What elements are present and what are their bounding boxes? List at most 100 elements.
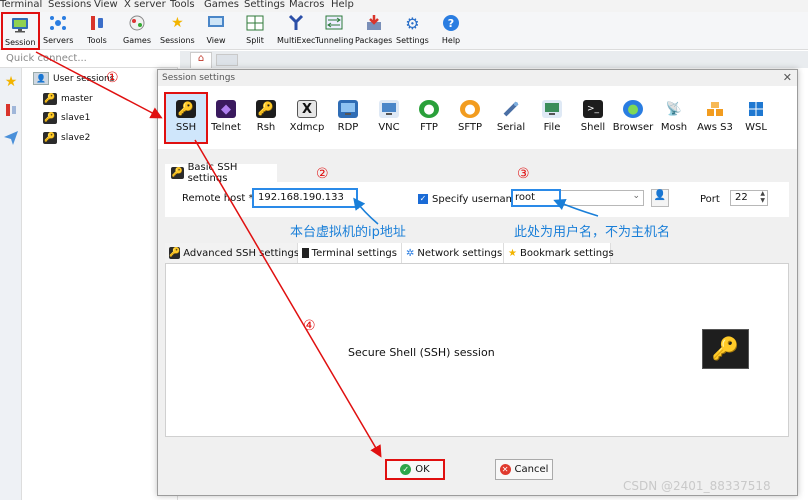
send-icon[interactable] — [2, 130, 20, 148]
tab-label: Advanced SSH settings — [183, 247, 300, 259]
shell-icon: >_ — [583, 100, 603, 118]
tools-icon[interactable] — [2, 102, 20, 120]
protocol-serial[interactable]: Serial — [489, 100, 533, 133]
protocol-aws-s3[interactable]: Aws S3 — [693, 100, 737, 133]
tools-icon — [86, 13, 108, 33]
protocol-vnc[interactable]: VNC — [367, 100, 411, 133]
port-input[interactable]: 22 ▲ ▼ — [730, 190, 768, 206]
protocol-xdmcp[interactable]: X Xdmcp — [285, 100, 329, 133]
tree-root-user-sessions[interactable]: 👤 User sessions — [33, 72, 114, 85]
tree-item-slave2[interactable]: 🔑 slave2 — [43, 132, 90, 144]
close-icon[interactable]: ✕ — [783, 71, 792, 84]
help-button[interactable]: ? Help — [440, 13, 462, 45]
protocol-rdp[interactable]: RDP — [326, 100, 370, 133]
star-icon[interactable]: ★ — [2, 74, 20, 92]
key-icon: 🔑 — [43, 93, 57, 105]
tree-item-slave1[interactable]: 🔑 slave1 — [43, 112, 90, 124]
multiexec-button[interactable]: MultiExec — [277, 13, 315, 45]
xdmcp-icon: X — [297, 100, 317, 118]
menu-sessions[interactable]: Sessions — [48, 0, 91, 10]
sessions-button-label: Sessions — [160, 36, 195, 45]
ok-button[interactable]: ✓ OK — [385, 459, 445, 480]
quick-connect-input[interactable]: Quick connect... — [0, 51, 178, 68]
username-highlight — [511, 189, 561, 207]
mosh-antenna-icon: 📡 — [665, 101, 683, 117]
cancel-button[interactable]: ✕ Cancel — [495, 459, 553, 480]
protocol-browser[interactable]: ● Browser — [611, 100, 655, 133]
user-manager-button[interactable]: 👤 — [651, 189, 669, 207]
sessions-tree: 👤 User sessions 🔑 master 🔑 slave1 🔑 slav… — [23, 68, 178, 500]
settings-button[interactable]: ⚙ Settings — [396, 13, 429, 46]
specify-username-label: Specify username — [432, 194, 522, 205]
protocol-shell[interactable]: >_ Shell — [571, 100, 615, 133]
cancel-icon: ✕ — [499, 464, 511, 475]
session-button[interactable]: Session — [1, 12, 40, 50]
protocol-file[interactable]: File — [530, 100, 574, 133]
annotation-number-2: ② — [316, 166, 329, 182]
terminal-icon — [302, 248, 309, 258]
menu-xserver[interactable]: X server — [124, 0, 166, 10]
games-button[interactable]: Games — [123, 13, 151, 45]
vnc-icon — [379, 100, 399, 118]
protocol-label: Rsh — [256, 122, 276, 133]
tab-network-settings[interactable]: ✲ Network settings — [402, 243, 504, 263]
menu-view[interactable]: View — [94, 0, 118, 10]
new-tab-button[interactable] — [216, 54, 238, 66]
telnet-icon: ◆ — [216, 100, 236, 118]
protocol-wsl[interactable]: WSL — [734, 100, 778, 133]
view-button[interactable]: View — [205, 13, 227, 45]
split-button[interactable]: Split — [244, 13, 266, 45]
protocol-rsh[interactable]: 🔑 Rsh — [244, 100, 288, 133]
ssh-key-large-icon: 🔑 — [702, 329, 749, 369]
protocol-label: VNC — [378, 122, 400, 133]
tree-item-label: slave2 — [61, 133, 91, 143]
sftp-globe-icon: ● — [460, 100, 480, 118]
menu-terminal[interactable]: Terminal — [0, 0, 42, 10]
servers-button[interactable]: Servers — [43, 13, 73, 45]
watermark: CSDN @2401_88337518 — [623, 479, 771, 493]
tunneling-button-label: Tunneling — [315, 36, 354, 45]
session-tabs-strip: ⌂ — [180, 51, 808, 68]
protocol-sftp[interactable]: ● SFTP — [448, 100, 492, 133]
basic-ssh-settings-tab[interactable]: 🔑 Basic SSH settings — [165, 162, 277, 184]
protocol-label: File — [543, 122, 561, 133]
tab-bookmark-settings[interactable]: ★ Bookmark settings — [504, 243, 614, 263]
key-icon: 🔑 — [169, 247, 181, 259]
basic-tab-label: Basic SSH settings — [187, 162, 238, 184]
protocol-telnet[interactable]: ◆ Telnet — [204, 100, 248, 133]
basic-ssh-settings-panel: Remote host * 192.168.190.133 ✓ Specify … — [165, 182, 789, 217]
chevron-down-icon[interactable]: ⌄ — [632, 191, 640, 201]
protocol-label: Xdmcp — [289, 122, 325, 133]
home-tab[interactable]: ⌂ — [190, 52, 212, 68]
menu-macros[interactable]: Macros — [289, 0, 324, 10]
main-toolbar: Session Servers Tools Games ★ Sessions V… — [0, 12, 808, 50]
sessions-button[interactable]: ★ Sessions — [160, 13, 195, 45]
key-icon: 🔑 — [43, 112, 57, 124]
port-spinner-icon[interactable]: ▲ ▼ — [760, 190, 765, 204]
remote-host-input[interactable]: 192.168.190.133 — [252, 188, 358, 208]
menu-tools[interactable]: Tools — [170, 0, 195, 10]
protocol-ftp[interactable]: ● FTP — [407, 100, 451, 133]
tools-button[interactable]: Tools — [86, 13, 108, 45]
session-description-panel: Secure Shell (SSH) session 🔑 — [165, 263, 789, 437]
cancel-label: Cancel — [514, 464, 549, 475]
menu-settings[interactable]: Settings — [244, 0, 285, 10]
tab-advanced-ssh-settings[interactable]: 🔑 Advanced SSH settings — [165, 243, 300, 263]
protocol-mosh[interactable]: 📡 Mosh — [652, 100, 696, 134]
games-button-label: Games — [123, 36, 151, 45]
protocol-bar: 🔑 SSH ◆ Telnet 🔑 Rsh X Xdmcp RDP VNC ● F… — [158, 86, 797, 149]
tunneling-button[interactable]: Tunneling — [315, 13, 353, 45]
tab-terminal-settings[interactable]: Terminal settings — [298, 243, 402, 263]
protocol-ssh[interactable]: 🔑 SSH — [164, 92, 208, 144]
menu-help[interactable]: Help — [331, 0, 354, 10]
wsl-windows-icon — [746, 100, 766, 118]
packages-button[interactable]: Packages — [355, 13, 392, 45]
menu-bar: Terminal Sessions View X server Tools Ga… — [0, 0, 808, 12]
dialog-title: Session settings — [162, 73, 236, 83]
rdp-icon — [338, 100, 358, 118]
specify-username-checkbox[interactable]: ✓ — [418, 194, 428, 204]
port-value: 22 — [735, 192, 748, 203]
tree-item-master[interactable]: 🔑 master — [43, 93, 93, 105]
menu-games[interactable]: Games — [204, 0, 239, 10]
settings-sub-tabs: 🔑 Advanced SSH settings Terminal setting… — [165, 243, 789, 263]
